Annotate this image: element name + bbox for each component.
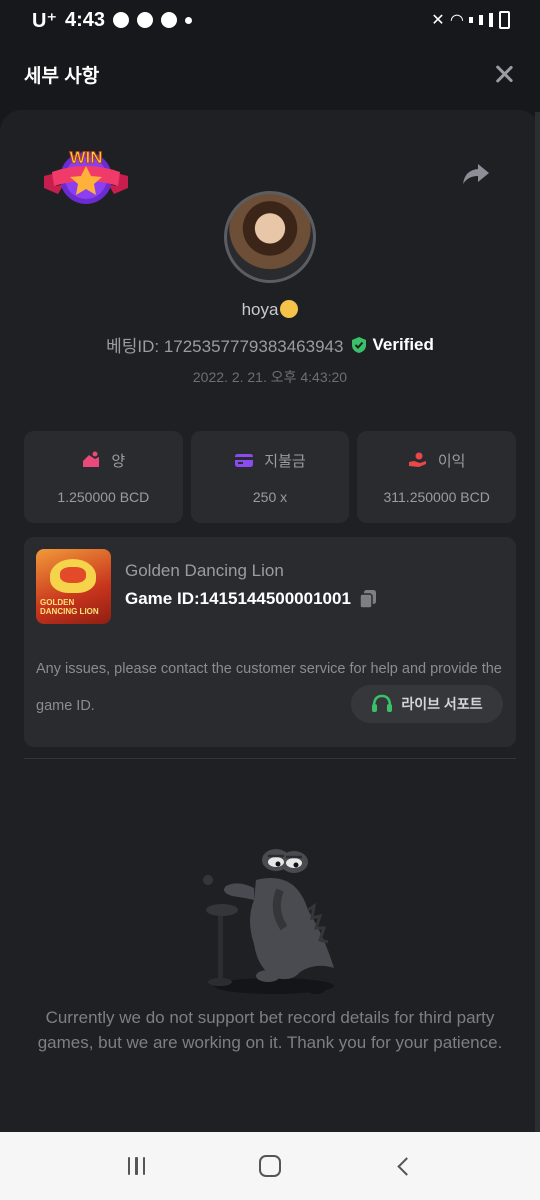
notification-icon: [137, 12, 154, 28]
back-button[interactable]: [383, 1146, 423, 1186]
stat-value: 1.250000 BCD: [57, 488, 150, 505]
page-title: 세부 사항: [24, 65, 100, 87]
more-notifications-icon: [185, 16, 193, 24]
status-time: 4:43: [65, 8, 106, 31]
live-support-label: 라이브 서포트: [401, 696, 483, 712]
status-bar: U⁺ 4:43 ✕ ◠: [0, 0, 540, 40]
carrier-label: U⁺: [32, 9, 57, 32]
verified-label: Verified: [372, 334, 434, 354]
recent-apps-button[interactable]: [117, 1146, 157, 1186]
sleepy-emoji-icon: [280, 300, 299, 318]
verified-badge: Verified: [351, 334, 434, 355]
stat-payout: 지불금 250 x: [190, 431, 350, 523]
back-icon: [397, 1156, 416, 1176]
headset-icon: [372, 694, 393, 712]
bet-stats: 양 1.250000 BCD 지불금 250 x 이익 311.250000 B…: [24, 431, 517, 523]
divider: [24, 758, 516, 759]
game-thumbnail-logo: GOLDEN DANCING LION: [40, 598, 99, 616]
notification-icon: [113, 12, 130, 28]
stat-value: 311.250000 BCD: [383, 488, 490, 505]
game-card: GOLDEN DANCING LION Golden Dancing Lion …: [24, 537, 516, 747]
stat-label: 지불금: [264, 452, 306, 470]
home-button[interactable]: [250, 1146, 290, 1186]
game-name[interactable]: Golden Dancing Lion: [125, 561, 284, 581]
system-nav-bar: [0, 1132, 540, 1200]
crocodile-mascot-icon: [203, 849, 334, 994]
wallet-icon: [235, 454, 254, 467]
modal-header: 세부 사항: [0, 40, 540, 108]
stat-value: 250 x: [252, 488, 288, 505]
scrollbar[interactable]: [535, 112, 540, 1132]
home-icon: [258, 1155, 281, 1177]
wifi-icon: ◠: [450, 12, 463, 29]
stat-amount: 양 1.250000 BCD: [24, 431, 183, 523]
copy-icon[interactable]: [359, 589, 377, 609]
stat-label: 양: [111, 452, 126, 470]
game-id: Game ID:1415144500001001: [125, 589, 351, 608]
live-support-button[interactable]: 라이브 서포트: [351, 685, 503, 723]
signal-icon: [489, 13, 493, 27]
empty-state-message: Currently we do not support bet record d…: [37, 1008, 503, 1052]
close-icon[interactable]: [492, 62, 516, 86]
share-icon[interactable]: [462, 162, 490, 186]
win-badge-icon: WIN: [44, 148, 128, 204]
amount-icon: [83, 451, 100, 467]
bet-id: 베팅ID: 1725357779383463943: [106, 337, 344, 356]
profit-hand-icon: [408, 452, 426, 467]
recent-apps-icon: [127, 1157, 146, 1175]
bet-details-panel: WIN hoya 베팅ID: 1725357779383463943 Verif…: [0, 110, 540, 1132]
signal-icon: [479, 15, 483, 25]
stat-label: 이익: [437, 452, 466, 470]
win-badge-text: WIN: [69, 148, 102, 167]
notification-icon: [161, 12, 178, 28]
signal-icon: [469, 17, 473, 23]
username: hoya: [241, 300, 279, 319]
bet-datetime: 2022. 2. 21. 오후 4:43:20: [192, 369, 348, 385]
mute-icon: ✕: [431, 12, 445, 29]
game-thumbnail[interactable]: GOLDEN DANCING LION: [36, 549, 111, 624]
stat-profit: 이익 311.250000 BCD: [357, 431, 517, 523]
battery-icon: [499, 11, 510, 29]
verified-shield-icon: [352, 336, 367, 353]
avatar: [224, 191, 316, 283]
